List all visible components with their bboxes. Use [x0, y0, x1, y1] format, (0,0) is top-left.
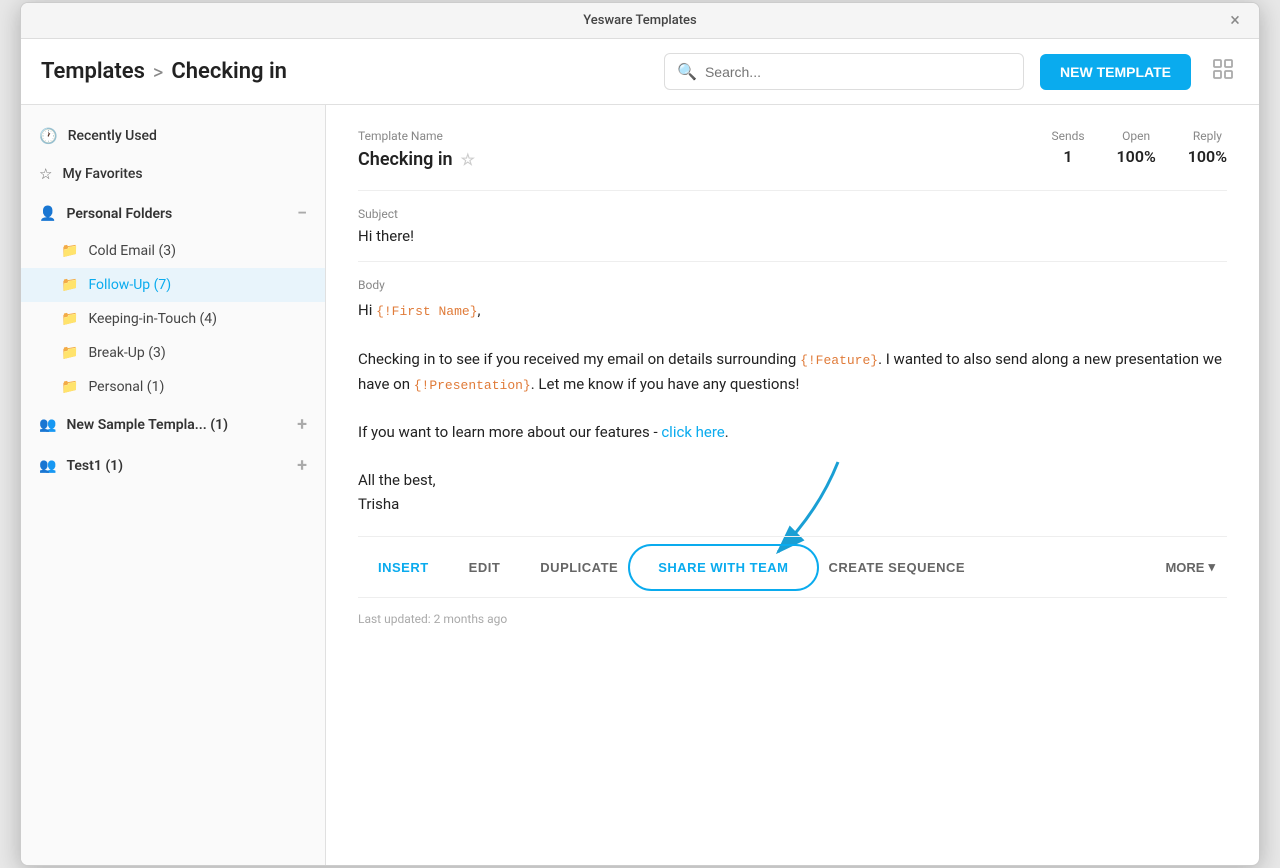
folder-icon-cold-email: 📁 — [61, 243, 78, 259]
stat-open: Open 100% — [1117, 129, 1156, 166]
create-sequence-button[interactable]: CREATE SEQUENCE — [809, 552, 986, 583]
template-header: Template Name Checking in ☆ Sends 1 Open… — [358, 129, 1227, 170]
body-content: Hi {!First Name}, Checking in to see if … — [358, 298, 1227, 516]
reply-value: 100% — [1188, 147, 1227, 166]
template-name-text: Checking in — [358, 149, 453, 170]
favorite-star-icon[interactable]: ☆ — [461, 150, 475, 169]
template-name-section: Template Name Checking in ☆ — [358, 129, 475, 170]
share-with-team-container: SHARE WITH TEAM — [638, 552, 808, 583]
placeholder-feature: {!Feature} — [800, 353, 878, 368]
folder-cold-email-label: Cold Email (3) — [88, 243, 176, 259]
folder-break-up-label: Break-Up (3) — [88, 345, 165, 361]
subject-section: Subject Hi there! — [358, 207, 1227, 245]
header: Templates > Checking in 🔍 NEW TEMPLATE — [21, 39, 1259, 105]
breadcrumb: Templates > Checking in — [41, 59, 648, 84]
breadcrumb-root[interactable]: Templates — [41, 59, 145, 84]
folder-keeping-in-touch[interactable]: 📁 Keeping-in-Touch (4) — [21, 302, 325, 336]
folder-cold-email[interactable]: 📁 Cold Email (3) — [21, 234, 325, 268]
folder-icon-personal: 📁 — [61, 379, 78, 395]
group-icon-test1: 👥 — [39, 458, 56, 474]
recently-used-label: Recently Used — [68, 128, 157, 144]
folder-keeping-in-touch-label: Keeping-in-Touch (4) — [88, 311, 217, 327]
sidebar-item-recently-used[interactable]: 🕐 Recently Used — [21, 117, 325, 155]
new-sample-template-label: New Sample Templa... (1) — [66, 417, 228, 433]
template-stats: Sends 1 Open 100% Reply 100% — [1051, 129, 1227, 166]
more-label: MORE — [1165, 560, 1204, 575]
test1-add-button[interactable]: + — [297, 455, 307, 476]
breadcrumb-separator: > — [153, 60, 163, 84]
divider-1 — [358, 190, 1227, 191]
folder-personal-label: Personal (1) — [88, 379, 164, 395]
folder-icon-keeping-in-touch: 📁 — [61, 311, 78, 327]
search-icon: 🔍 — [677, 62, 697, 81]
folder-personal[interactable]: 📁 Personal (1) — [21, 370, 325, 404]
settings-icon[interactable] — [1207, 53, 1239, 90]
sends-label: Sends — [1051, 129, 1084, 143]
personal-folders-label: Personal Folders — [66, 206, 172, 222]
title-bar: Yesware Templates × — [21, 3, 1259, 39]
insert-button[interactable]: INSERT — [358, 552, 449, 583]
app-window: Yesware Templates × Templates > Checking… — [20, 2, 1260, 866]
duplicate-button[interactable]: DUPLICATE — [520, 552, 638, 583]
test1-header[interactable]: 👥 Test1 (1) + — [21, 445, 325, 486]
my-favorites-label: My Favorites — [62, 166, 142, 182]
new-template-button[interactable]: NEW TEMPLATE — [1040, 54, 1191, 90]
click-here-link[interactable]: click here — [661, 423, 724, 441]
personal-folders-minus[interactable]: − — [297, 203, 307, 224]
folder-break-up[interactable]: 📁 Break-Up (3) — [21, 336, 325, 370]
folder-icon-follow-up: 📁 — [61, 277, 78, 293]
subject-value: Hi there! — [358, 227, 1227, 245]
body-line-1: Hi {!First Name}, — [358, 298, 1227, 323]
subject-label: Subject — [358, 207, 1227, 221]
stat-sends: Sends 1 — [1051, 129, 1084, 166]
window-title: Yesware Templates — [583, 13, 696, 28]
placeholder-presentation: {!Presentation} — [414, 378, 531, 393]
placeholder-first-name: {!First Name} — [376, 304, 477, 319]
sends-value: 1 — [1051, 147, 1084, 166]
stat-reply: Reply 100% — [1188, 129, 1227, 166]
more-button[interactable]: MORE ▾ — [1153, 551, 1227, 583]
open-label: Open — [1117, 129, 1156, 143]
search-input[interactable] — [705, 64, 1011, 80]
body-section: Body Hi {!First Name}, Checking in to se… — [358, 278, 1227, 516]
action-bar: INSERT EDIT DUPLICATE SHARE WITH TEAM CR… — [358, 536, 1227, 598]
open-value: 100% — [1117, 147, 1156, 166]
new-sample-template-header[interactable]: 👥 New Sample Templa... (1) + — [21, 404, 325, 445]
group-icon-new-sample: 👥 — [39, 417, 56, 433]
breadcrumb-current: Checking in — [171, 59, 287, 84]
template-name-label: Template Name — [358, 129, 475, 143]
clock-icon: 🕐 — [39, 127, 58, 145]
person-icon: 👤 — [39, 206, 56, 222]
test1-label: Test1 (1) — [66, 458, 123, 474]
sidebar-item-my-favorites[interactable]: ☆ My Favorites — [21, 155, 325, 193]
divider-2 — [358, 261, 1227, 262]
content-area: 🕐 Recently Used ☆ My Favorites 👤 Persona… — [21, 105, 1259, 865]
sidebar: 🕐 Recently Used ☆ My Favorites 👤 Persona… — [21, 105, 326, 865]
star-icon: ☆ — [39, 165, 52, 183]
body-label: Body — [358, 278, 1227, 292]
share-with-team-button[interactable]: SHARE WITH TEAM — [638, 552, 808, 583]
body-line-3: If you want to learn more about our feat… — [358, 420, 1227, 444]
edit-button[interactable]: EDIT — [449, 552, 521, 583]
new-sample-add-button[interactable]: + — [297, 414, 307, 435]
search-bar: 🔍 — [664, 53, 1024, 90]
folder-icon-break-up: 📁 — [61, 345, 78, 361]
reply-label: Reply — [1188, 129, 1227, 143]
last-updated: Last updated: 2 months ago — [358, 612, 1227, 626]
main-content: Template Name Checking in ☆ Sends 1 Open… — [326, 105, 1259, 865]
body-sign-off: All the best, — [358, 468, 1227, 492]
folder-follow-up-label: Follow-Up (7) — [88, 277, 171, 293]
close-button[interactable]: × — [1225, 11, 1245, 31]
body-signature: Trisha — [358, 492, 1227, 516]
personal-folders-header[interactable]: 👤 Personal Folders − — [21, 193, 325, 234]
chevron-down-icon: ▾ — [1208, 559, 1215, 575]
template-name-value: Checking in ☆ — [358, 149, 475, 170]
folder-follow-up[interactable]: 📁 Follow-Up (7) — [21, 268, 325, 302]
body-line-2: Checking in to see if you received my em… — [358, 347, 1227, 397]
